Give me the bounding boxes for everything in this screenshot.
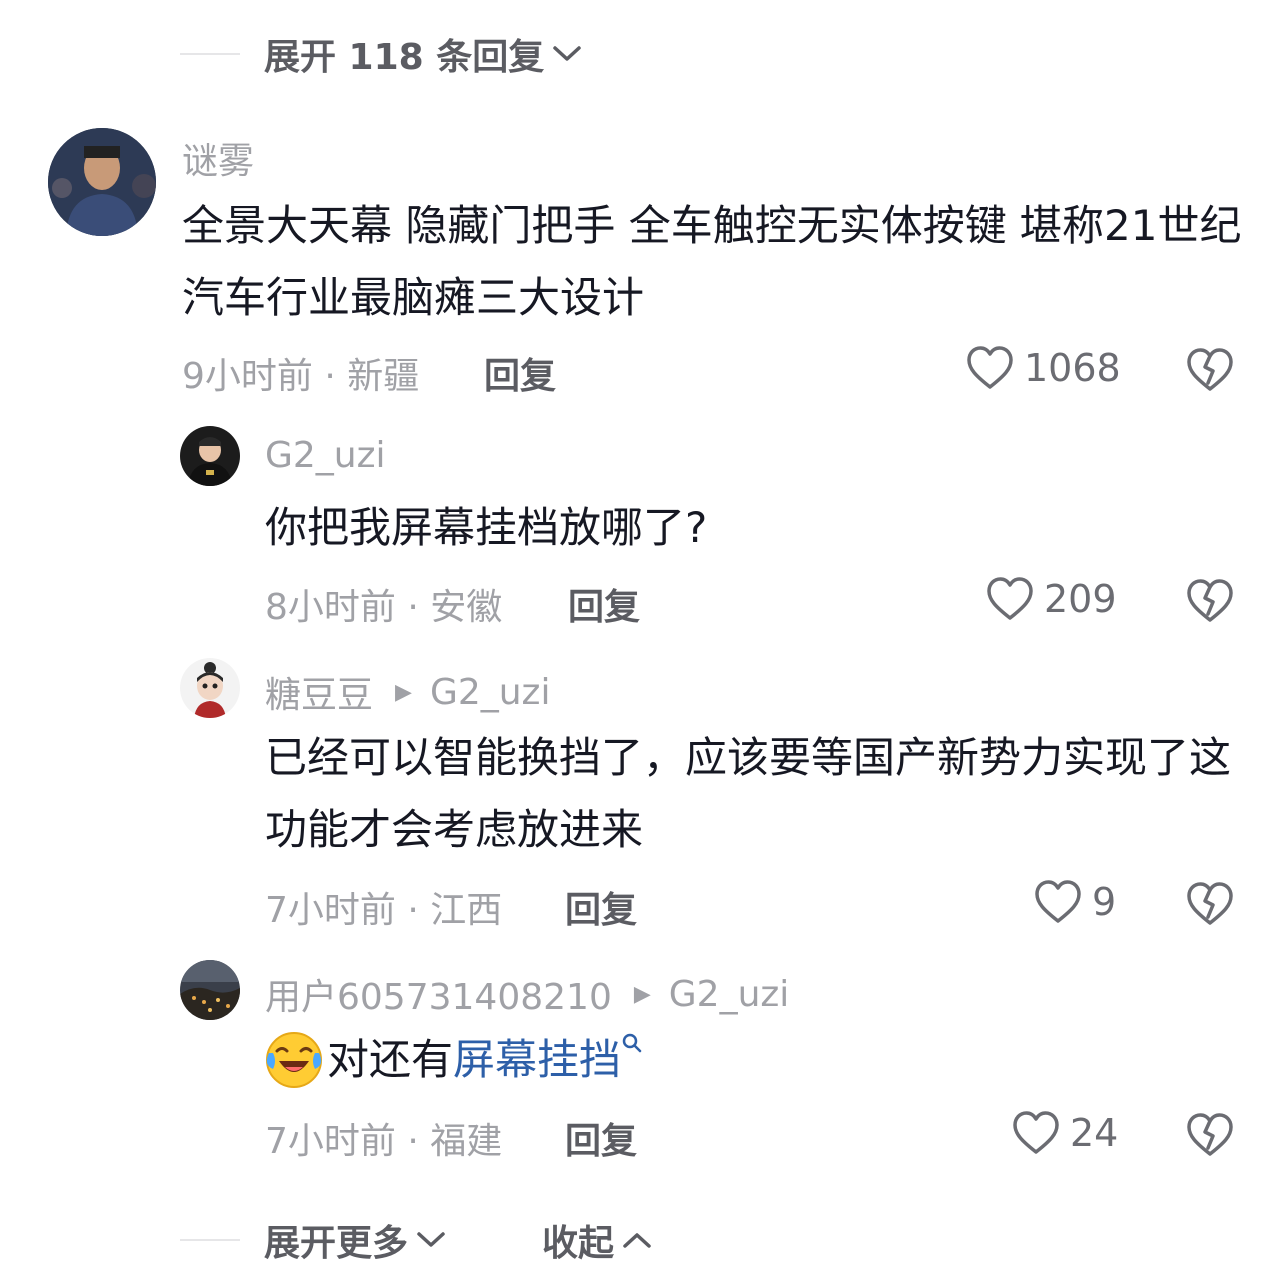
chevron-down-icon [417, 1232, 445, 1247]
expand-replies-row[interactable]: 展开 118 条回复 [180, 28, 582, 80]
comment-text: 对还有 屏幕挂挡 [265, 1024, 1245, 1096]
username[interactable]: 糖豆豆 ▶ G2_uzi [265, 666, 550, 718]
like-count: 209 [1044, 577, 1117, 621]
avatar-image [180, 960, 240, 1020]
heart-icon [1035, 880, 1081, 923]
broken-heart-icon[interactable] [1186, 881, 1234, 927]
username-text: 用户605731408210 [265, 977, 612, 1018]
heart-icon [1013, 1111, 1059, 1154]
reply-button[interactable]: 回复 [484, 347, 556, 399]
chevron-up-icon [623, 1233, 651, 1248]
collapse-button[interactable]: 收起 [542, 1214, 652, 1266]
heart-icon [987, 577, 1033, 620]
comment-meta: 7小时前 · 福建 [265, 1121, 503, 1162]
avatar-image [180, 426, 240, 486]
comment-text: 全景大天幕 隐藏门把手 全车触控无实体按键 堪称21世纪汽车行业最脑瘫三大设计 [182, 201, 1242, 322]
avatar-image [180, 658, 240, 718]
comment-text-body: 对还有 [327, 1035, 454, 1084]
reply-to-username[interactable]: G2_uzi [669, 974, 790, 1015]
reply-button[interactable]: 回复 [568, 578, 640, 630]
search-link[interactable]: 屏幕挂挡 [453, 1024, 621, 1096]
username-text: 谜雾 [182, 141, 255, 182]
comment-text: 已经可以智能换挡了，应该要等国产新势力实现了这功能才会考虑放进来 [265, 733, 1232, 854]
comment-meta: 7小时前 · 江西 [265, 890, 503, 931]
comment-text: 你把我屏幕挂档放哪了? [265, 503, 708, 552]
avatar[interactable] [180, 960, 240, 1020]
like-count: 9 [1092, 880, 1117, 924]
divider-line [180, 1239, 240, 1241]
like-count: 1068 [1024, 346, 1121, 390]
expand-replies-label: 展开 118 条回复 [264, 37, 545, 78]
heart-icon [967, 346, 1013, 389]
broken-heart-icon[interactable] [1186, 1112, 1234, 1158]
reply-to-username[interactable]: G2_uzi [430, 672, 551, 713]
username-text: G2_uzi [265, 435, 386, 476]
like-button[interactable]: 209 [986, 576, 1117, 622]
reply-arrow-icon: ▶ [633, 981, 651, 1007]
expand-more-button[interactable]: 展开更多 [264, 1214, 446, 1266]
like-count: 24 [1070, 1111, 1119, 1155]
like-button[interactable]: 1068 [966, 345, 1121, 391]
reply-arrow-icon: ▶ [395, 679, 412, 705]
divider-line [180, 53, 240, 55]
username-text: 糖豆豆 [265, 675, 374, 716]
expand-replies-button[interactable]: 展开 118 条回复 [264, 28, 582, 80]
username[interactable]: 谜雾 [182, 132, 254, 184]
chevron-down-icon [553, 46, 581, 61]
broken-heart-icon[interactable] [1186, 578, 1234, 624]
avatar[interactable] [48, 128, 156, 236]
avatar-image [48, 128, 156, 236]
like-button[interactable]: 24 [1012, 1110, 1118, 1156]
comment-meta: 8小时前 · 安徽 [265, 587, 503, 628]
avatar[interactable] [180, 426, 240, 486]
avatar[interactable] [180, 658, 240, 718]
reply-button[interactable]: 回复 [565, 881, 637, 933]
expand-more-label: 展开更多 [264, 1223, 409, 1264]
laughing-crying-emoji-icon [266, 1032, 322, 1088]
collapse-label: 收起 [542, 1223, 615, 1264]
bottom-controls: 展开更多 收起 [180, 1214, 652, 1266]
username[interactable]: G2_uzi [265, 435, 386, 476]
comment-meta: 9小时前 · 新疆 [182, 356, 420, 397]
username[interactable]: 用户605731408210 ▶ G2_uzi [265, 968, 789, 1020]
broken-heart-icon[interactable] [1186, 347, 1234, 393]
reply-button[interactable]: 回复 [565, 1112, 637, 1164]
like-button[interactable]: 9 [1034, 879, 1116, 925]
search-icon [622, 1033, 642, 1053]
